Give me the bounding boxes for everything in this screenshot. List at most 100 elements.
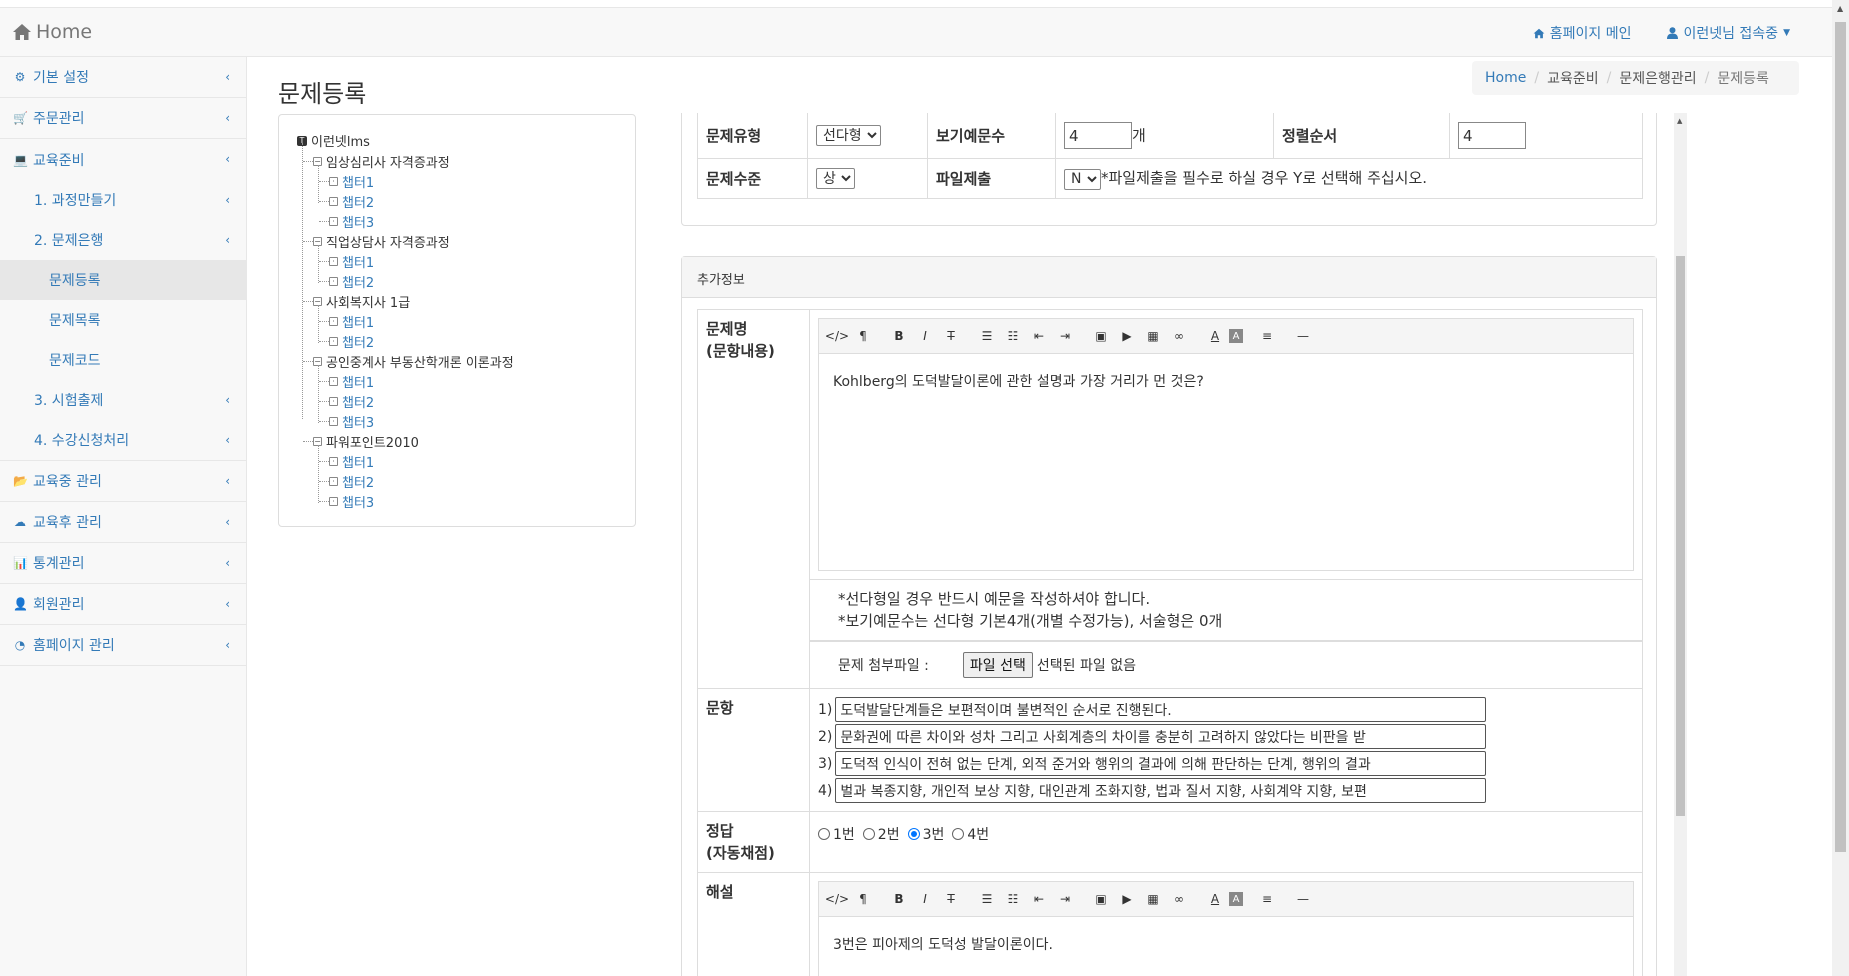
content-scrollbar[interactable]: ▲ (1674, 113, 1687, 976)
explanation-text[interactable]: 3번은 피아제의 도덕성 발달이론이다. (819, 917, 1633, 976)
answer-radio-4[interactable]: 4번 (952, 824, 989, 844)
option-input-1[interactable] (835, 697, 1487, 722)
answer-radio-1[interactable]: 1번 (818, 824, 855, 844)
tree-chapter[interactable]: · 챕터2 (329, 192, 374, 211)
ordered-list-icon[interactable]: ☷ (1001, 324, 1025, 348)
sidebar-item-enrollment[interactable]: 4. 수강신청처리 ‹ (0, 420, 246, 460)
sidebar-item-exam-create[interactable]: 3. 시험출제 ‹ (0, 380, 246, 420)
question-text[interactable]: Kohlberg의 도덕발달이론에 관한 설명과 가장 거리가 먼 것은? (819, 354, 1633, 570)
strikethrough-icon[interactable]: T (939, 887, 963, 911)
sidebar-item-statistics[interactable]: 📊 통계관리 ‹ (0, 543, 246, 584)
question-form-area[interactable]: 문제유형 선다형 보기예문수 개 정렬순서 문제수준 상 파일제출 N*파일제출… (665, 113, 1687, 976)
font-color-icon[interactable]: A (1203, 887, 1227, 911)
tree-course[interactable]: − 임상심리사 자격증과정 (313, 152, 450, 171)
sidebar-item-basic-settings[interactable]: ⚙ 기본 설정 ‹ (0, 57, 246, 98)
bold-icon[interactable]: B (887, 324, 911, 348)
paragraph-icon[interactable]: ¶ (851, 324, 875, 348)
sidebar-item-education-prep[interactable]: 💻 교육준비 ‹ (0, 139, 246, 180)
page-scrollbar-thumb[interactable] (1835, 22, 1846, 852)
tree-chapter[interactable]: · 챕터3 (329, 412, 374, 431)
sidebar-item-question-register[interactable]: 문제등록 (0, 260, 246, 300)
order-input[interactable] (1458, 122, 1526, 149)
tree-course[interactable]: − 파워포인트2010 (313, 432, 419, 451)
paragraph-icon[interactable]: ¶ (851, 887, 875, 911)
horizontal-rule-icon[interactable]: — (1291, 887, 1315, 911)
user-menu-dropdown[interactable]: 이런넷님 접속중 ▼ (1667, 23, 1790, 43)
sidebar-item-members[interactable]: 👤 회원관리 ‹ (0, 584, 246, 625)
tree-course[interactable]: − 공인중계사 부동산학개론 이론과정 (313, 352, 514, 371)
unordered-list-icon[interactable]: ☰ (975, 887, 999, 911)
option-input-2[interactable] (835, 724, 1487, 749)
tree-chapter[interactable]: · 챕터2 (329, 392, 374, 411)
tree-course[interactable]: − 사회복지사 1급 (313, 292, 410, 311)
sidebar-item-orders[interactable]: 🛒 주문관리 ‹ (0, 98, 246, 139)
indent-icon[interactable]: ⇥ (1053, 324, 1077, 348)
leaf-icon: · (329, 417, 338, 426)
code-view-icon[interactable]: </> (825, 887, 849, 911)
scroll-up-icon[interactable]: ▲ (1837, 4, 1843, 13)
link-icon[interactable]: ∞ (1167, 887, 1191, 911)
sidebar-item-during-education[interactable]: 📂 교육중 관리 ‹ (0, 461, 246, 502)
background-color-icon[interactable]: A (1229, 892, 1243, 906)
option-input-3[interactable] (835, 751, 1487, 776)
page-scrollbar[interactable]: ▲ (1832, 0, 1849, 976)
tree-chapter[interactable]: · 챕터1 (329, 372, 374, 391)
choices-count-input[interactable] (1064, 122, 1132, 149)
type-select[interactable]: 선다형 (816, 125, 881, 146)
tree-chapter[interactable]: · 챕터3 (329, 212, 374, 231)
sidebar-item-question-bank[interactable]: 2. 문제은행 ‹ (0, 220, 246, 260)
background-color-icon[interactable]: A (1229, 329, 1243, 343)
breadcrumb-home[interactable]: Home (1485, 70, 1526, 86)
homepage-main-link[interactable]: 홈페이지 메인 (1533, 23, 1631, 43)
sidebar-item-course-create[interactable]: 1. 과정만들기 ‹ (0, 180, 246, 220)
image-icon[interactable]: ▣ (1089, 887, 1113, 911)
tree-root[interactable]: T 이런넷lms (297, 131, 370, 150)
tree-chapter-label: 챕터2 (342, 276, 375, 291)
option-input-4[interactable] (835, 778, 1487, 803)
tree-chapter[interactable]: · 챕터1 (329, 452, 374, 471)
file-select-button[interactable]: 파일 선택 (962, 652, 1033, 678)
tree-chapter[interactable]: · 챕터1 (329, 252, 374, 271)
answer-radio-2[interactable]: 2번 (862, 824, 900, 844)
indent-icon[interactable]: ⇥ (1053, 887, 1077, 911)
image-icon[interactable]: ▣ (1089, 324, 1113, 348)
table-icon[interactable]: ▦ (1141, 887, 1165, 911)
strikethrough-icon[interactable]: T (939, 324, 963, 348)
outdent-icon[interactable]: ⇤ (1027, 887, 1051, 911)
bold-icon[interactable]: B (887, 887, 911, 911)
sidebar-item-homepage-admin[interactable]: ◔ 홈페이지 관리 ‹ (0, 625, 246, 666)
level-select[interactable]: 상 (816, 168, 855, 189)
tree-course[interactable]: − 직업상담사 자격증과정 (313, 232, 450, 251)
font-color-icon[interactable]: A (1203, 324, 1227, 348)
tree-chapter[interactable]: · 챕터2 (329, 272, 374, 291)
align-icon[interactable]: ≡ (1255, 324, 1279, 348)
video-icon[interactable]: ▶ (1115, 324, 1139, 348)
code-view-icon[interactable]: </> (825, 324, 849, 348)
sidebar-item-question-list[interactable]: 문제목록 (0, 300, 246, 340)
file-submit-select[interactable]: N (1064, 168, 1101, 190)
note-line-2: *보기예문수는 선다형 기본4개(개별 수정가능), 서술형은 0개 (838, 612, 1223, 630)
tree-chapter[interactable]: · 챕터2 (329, 472, 374, 491)
align-icon[interactable]: ≡ (1255, 887, 1279, 911)
brand-home-link[interactable]: Home (12, 21, 92, 43)
breadcrumb-question-bank[interactable]: 문제은행관리 (1619, 68, 1696, 88)
tree-chapter[interactable]: · 챕터2 (329, 332, 374, 351)
table-icon[interactable]: ▦ (1141, 324, 1165, 348)
content-scrollbar-thumb[interactable] (1676, 256, 1685, 816)
sidebar-item-after-education[interactable]: ☁ 교육후 관리 ‹ (0, 502, 246, 543)
sidebar-item-question-code[interactable]: 문제코드 (0, 340, 246, 380)
ordered-list-icon[interactable]: ☷ (1001, 887, 1025, 911)
tree-chapter[interactable]: · 챕터1 (329, 172, 374, 191)
outdent-icon[interactable]: ⇤ (1027, 324, 1051, 348)
italic-icon[interactable]: I (913, 324, 937, 348)
answer-radio-3[interactable]: 3번 (907, 824, 944, 844)
tree-chapter[interactable]: · 챕터3 (329, 492, 374, 511)
video-icon[interactable]: ▶ (1115, 887, 1139, 911)
scroll-up-icon[interactable]: ▲ (1677, 117, 1682, 125)
horizontal-rule-icon[interactable]: — (1291, 324, 1315, 348)
unordered-list-icon[interactable]: ☰ (975, 324, 999, 348)
tree-chapter[interactable]: · 챕터1 (329, 312, 374, 331)
link-icon[interactable]: ∞ (1167, 324, 1191, 348)
italic-icon[interactable]: I (913, 887, 937, 911)
breadcrumb-education-prep[interactable]: 교육준비 (1547, 68, 1599, 88)
